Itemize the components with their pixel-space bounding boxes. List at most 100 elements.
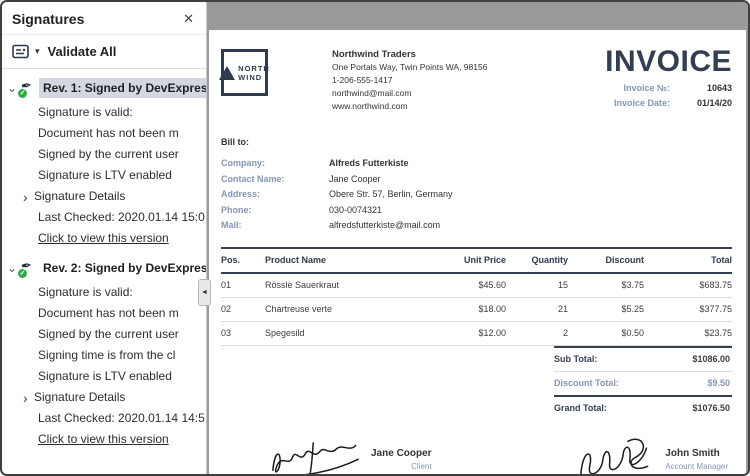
check-badge-icon: ✓ [18,89,27,98]
invoice-header: NORTH WIND Northwind Traders One Portals… [221,46,732,113]
sub-total-label: Sub Total: [554,354,597,364]
revision-1-block: ⌄ ✒ ✓ Rev. 1: Signed by DevExpress Signa… [2,78,206,249]
validate-all-label: Validate All [48,44,117,59]
cell-total: $377.75 [644,298,732,321]
company-phone: 1-206-555-1417 [332,74,487,87]
northwind-logo: NORTH WIND [221,49,268,96]
bill-to-row: Company: Alfreds Futterkiste [221,156,732,172]
company-website: www.northwind.com [332,100,487,113]
status-line: Document has not been m [2,123,206,144]
revision-2-details: Signature is valid: Document has not bee… [2,282,206,450]
panel-title: Signatures [12,11,84,27]
signatures-panel: Signatures ✕ ▾ Validate All ⌄ ✒ ✓ [2,2,207,474]
caret-down-icon: ▾ [35,46,40,57]
client-role: Client [371,462,432,471]
logo-line2: WIND [238,73,270,82]
sub-total-row: Sub Total: $1086.00 [554,346,732,372]
bill-to-value: Jane Cooper [329,172,381,188]
cell-product: Chartreuse verte [265,298,422,321]
invoice-number-row: Invoice №:10643 [605,83,732,93]
logo-triangle-icon [219,66,235,80]
grand-total-row: Grand Total: $1076.50 [554,397,732,420]
status-line: Signed by the current user [2,324,206,345]
invoice-number-label: Invoice №: [623,83,670,93]
company-info: Northwind Traders One Portals Way, Twin … [332,48,487,113]
signature-details-toggle[interactable]: › Signature Details [2,186,206,207]
bill-to-row: Address: Obere Str. 57, Berlin, Germany [221,187,732,203]
signatures-row: Jane Cooper Client John Smith Account Ma… [221,436,732,475]
bill-to-label: Contact Name: [221,172,329,188]
bill-to-label: Company: [221,156,329,172]
bill-to-value: 030-0074321 [329,203,382,219]
collapse-left-icon: ◄ [201,289,208,296]
cell-total: $23.75 [644,322,732,345]
status-line: Signature is valid: [2,282,206,303]
document-viewer[interactable]: ◄ NORTH WIND Northwind Traders One Porta… [207,2,748,474]
pdf-viewer-window: Signatures ✕ ▾ Validate All ⌄ ✒ ✓ [0,0,750,476]
table-row: 02 Chartreuse verte $18.00 21 $5.25 $377… [221,298,732,322]
cell-total: $683.75 [644,274,732,297]
manager-name: John Smith [665,448,728,459]
bill-to-value: Alfreds Futterkiste [329,156,409,172]
status-line: Signature is LTV enabled [2,366,206,387]
bill-to-section: Bill to: Company: Alfreds Futterkiste Co… [221,137,732,234]
collapse-panel-button[interactable]: ◄ [198,279,211,306]
cell-product: Rössle Sauerkraut [265,274,422,297]
totals-section: Sub Total: $1086.00 Discount Total: $9.5… [554,346,732,420]
manager-signature-block: John Smith Account Manager [573,436,728,475]
signatures-panel-header: Signatures ✕ [2,2,206,35]
discount-total-label: Discount Total: [554,378,619,388]
client-signature-meta: Jane Cooper Client [371,448,432,471]
grand-total-value: $1076.50 [692,403,730,413]
cell-pos: 02 [221,298,265,321]
company-address: One Portals Way, Twin Points WA, 98156 [332,61,487,74]
bill-to-value: Obere Str. 57, Berlin, Germany [329,187,453,203]
close-icon[interactable]: ✕ [181,12,196,26]
cell-discount: $5.25 [568,298,644,321]
revision-1-header[interactable]: ⌄ ✒ ✓ Rev. 1: Signed by DevExpress [2,78,206,98]
discount-total-value: $9.50 [707,378,730,388]
client-signature-block: Jane Cooper Client [265,436,432,475]
revision-2-title[interactable]: Rev. 2: Signed by DevExpress [39,258,206,278]
invoice-date-row: Invoice Date:01/14/20 [605,98,732,108]
col-header-discount: Discount [568,249,644,272]
bill-to-label: Phone: [221,203,329,219]
company-name: Northwind Traders [332,48,487,61]
manager-role: Account Manager [665,462,728,471]
cell-discount: $3.75 [568,274,644,297]
cell-unit-price: $12.00 [422,322,506,345]
signature-details-toggle[interactable]: › Signature Details [2,387,206,408]
col-header-quantity: Quantity [506,249,568,272]
bill-to-row: Phone: 030-0074321 [221,203,732,219]
manager-signature-meta: John Smith Account Manager [665,448,728,471]
client-name: Jane Cooper [371,448,432,459]
invoice-date-label: Invoice Date: [614,98,670,108]
grand-total-label: Grand Total: [554,403,607,413]
view-version-link[interactable]: Click to view this version [38,228,206,249]
bill-to-value: alfredsfutterkiste@mail.com [329,218,440,234]
revision-1-details: Signature is valid: Document has not bee… [2,102,206,249]
bill-to-label: Address: [221,187,329,203]
col-header-total: Total [644,249,732,272]
signature-details-label: Signature Details [34,186,125,207]
cell-pos: 03 [221,322,265,345]
invoice-title-block: INVOICE Invoice №:10643 Invoice Date:01/… [605,46,732,108]
cell-discount: $0.50 [568,322,644,345]
revision-2-header[interactable]: ⌄ ✒ ✓ Rev. 2: Signed by DevExpress [2,258,206,278]
table-row: 01 Rössle Sauerkraut $45.60 15 $3.75 $68… [221,274,732,298]
logo-text: NORTH WIND [238,64,270,82]
validate-all-button[interactable]: ▾ Validate All [2,35,206,69]
status-line: Document has not been m [2,303,206,324]
view-version-link[interactable]: Click to view this version [38,429,206,450]
cell-unit-price: $45.60 [422,274,506,297]
invoice-title: INVOICE [605,46,732,78]
bill-to-row: Contact Name: Jane Cooper [221,172,732,188]
status-line: Signature is valid: [2,102,206,123]
table-row: 03 Spegesild $12.00 2 $0.50 $23.75 [221,322,732,346]
cell-quantity: 15 [506,274,568,297]
status-line: Signed by the current user [2,144,206,165]
revision-1-title[interactable]: Rev. 1: Signed by DevExpress [39,78,206,98]
revision-2-block: ⌄ ✒ ✓ Rev. 2: Signed by DevExpress Signa… [2,258,206,450]
logo-line1: NORTH [238,64,270,73]
sub-total-value: $1086.00 [692,354,730,364]
